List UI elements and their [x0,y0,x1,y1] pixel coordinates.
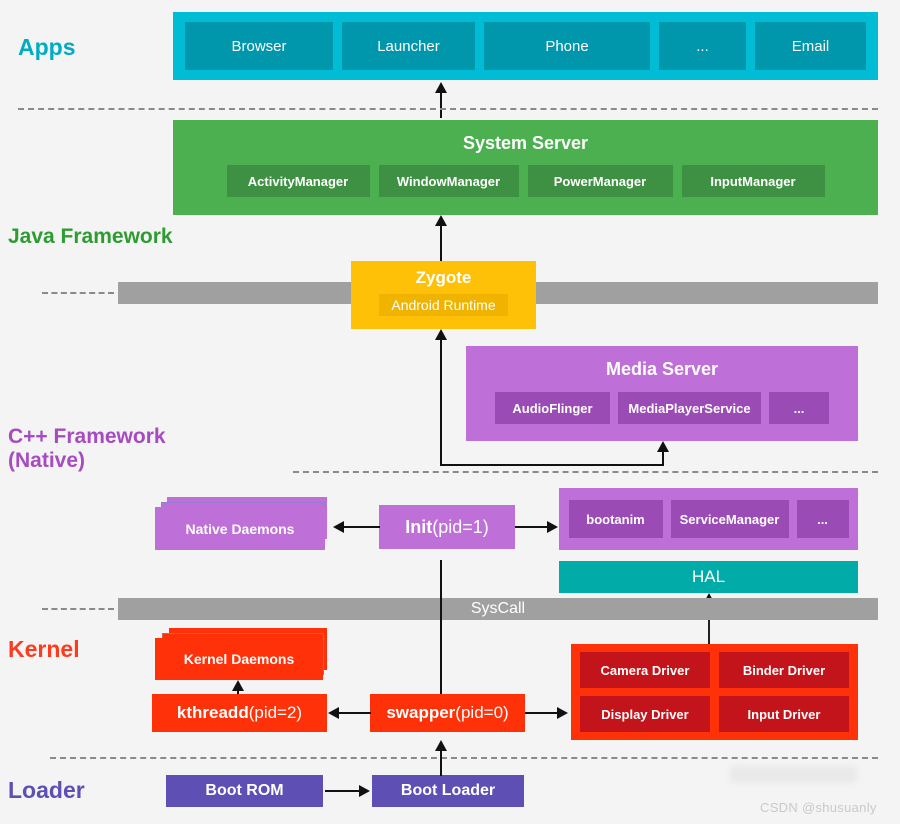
arrowhead-init-to-mediaserver [657,441,669,452]
arrowhead-init-to-zygote [435,329,447,340]
native-service-servicemanager[interactable]: ServiceManager [670,500,789,538]
separator-apps-java [18,108,878,110]
architecture-diagram: Apps Browser Launcher Phone ... Email Ja… [0,0,900,824]
separator-jni-left-dash [42,292,114,294]
app-chip-browser[interactable]: Browser [185,22,333,70]
app-chip-phone[interactable]: Phone [484,22,650,70]
connector-swapper-to-drivers [525,712,557,714]
kernel-daemons-stack[interactable]: Kernel Daemons [155,628,335,680]
swapper-detail: (pid=0) [455,703,509,722]
native-services-chip-row: bootanim ServiceManager ... [559,500,858,538]
connector-init-to-services [515,526,547,528]
connector-swapper-to-init [440,560,442,695]
media-server-group: Media Server AudioFlinger MediaPlayerSer… [466,346,858,441]
kthreadd-detail: (pid=2) [248,703,303,722]
native-service-more[interactable]: ... [796,500,849,538]
hal-bar: HAL [559,561,858,593]
zygote-box[interactable]: Zygote Android Runtime [351,261,536,329]
media-service-more[interactable]: ... [769,392,829,424]
system-service-inputmanager[interactable]: InputManager [681,165,825,197]
connector-zygote-to-systemserver [440,225,442,263]
system-service-activitymanager[interactable]: ActivityManager [226,165,370,197]
separator-kernel-loader [50,757,878,759]
app-chip-email[interactable]: Email [755,22,866,70]
kernel-drivers-group: Camera Driver Binder Driver Display Driv… [571,644,858,740]
watermark-blurred-block [730,766,857,783]
connector-init-to-mediaserver-horizontal [440,464,664,466]
system-server-title: System Server [462,133,589,153]
app-chip-more[interactable]: ... [659,22,746,70]
boot-rom-label: Boot ROM [205,782,284,799]
init-name: Init [405,516,433,537]
native-daemons-stack[interactable]: Native Daemons [155,497,330,550]
connector-bootrom-to-bootloader [325,790,359,792]
kernel-driver-display[interactable]: Display Driver [580,696,710,732]
layer-label-java-framework: Java Framework [8,225,173,248]
init-box[interactable]: Init (pid=1) [379,505,515,549]
app-chip-launcher[interactable]: Launcher [342,22,475,70]
separator-syscall-left-dash [42,608,114,610]
native-daemons-label: Native Daemons [155,507,325,550]
syscall-bar-label: SysCall [470,600,526,617]
swapper-name: swapper [386,703,456,722]
zygote-title: Zygote [415,268,472,287]
connector-init-to-mediaserver-vertical [662,452,664,466]
connector-init-to-zygote [440,339,442,465]
media-server-title: Media Server [605,359,719,379]
kernel-driver-camera[interactable]: Camera Driver [580,652,710,688]
watermark-credit: CSDN @shusuanly [760,800,877,815]
arrowhead-swapper-to-drivers [557,707,568,719]
system-server-chip-row: ActivityManager WindowManager PowerManag… [173,165,878,197]
init-detail: (pid=1) [432,516,489,537]
arrowhead-bootrom-to-bootloader [359,785,370,797]
kernel-drivers-row-1: Camera Driver Binder Driver [579,652,850,688]
zygote-runtime-chip: Android Runtime [379,294,508,316]
boot-rom-box[interactable]: Boot ROM [166,775,323,807]
layer-label-loader: Loader [8,777,85,803]
boot-loader-label: Boot Loader [400,782,496,799]
layer-label-apps: Apps [18,34,76,60]
system-server-group: System Server ActivityManager WindowMana… [173,120,878,215]
apps-bar: Browser Launcher Phone ... Email [173,12,878,80]
arrowhead-kthreadd-to-kerneldaemons [232,680,244,691]
arrowhead-init-to-services [547,521,558,533]
kernel-driver-input[interactable]: Input Driver [719,696,849,732]
media-server-chip-row: AudioFlinger MediaPlayerService ... [466,392,858,424]
separator-native-row [293,471,878,473]
connector-swapper-to-kthreadd [339,712,371,714]
connector-bootloader-to-swapper [440,750,442,776]
kthreadd-name: kthreadd [176,703,249,722]
connector-init-to-nativedaemons [344,526,380,528]
arrowhead-systemserver-to-apps [435,82,447,93]
hal-bar-label: HAL [691,567,726,586]
kernel-daemons-label: Kernel Daemons [155,638,323,680]
arrowhead-swapper-to-kthreadd [328,707,339,719]
layer-label-cpp-framework: C++ Framework (Native) [8,425,166,472]
native-services-group: bootanim ServiceManager ... [559,488,858,550]
kernel-drivers-row-2: Display Driver Input Driver [579,696,850,732]
connector-systemserver-to-apps [440,92,442,118]
arrowhead-zygote-to-systemserver [435,215,447,226]
kernel-driver-binder[interactable]: Binder Driver [719,652,849,688]
kthreadd-box[interactable]: kthreadd (pid=2) [152,694,327,732]
syscall-bar: SysCall [118,598,878,620]
arrowhead-init-to-nativedaemons [333,521,344,533]
media-service-audioflinger[interactable]: AudioFlinger [495,392,610,424]
apps-chip-row: Browser Launcher Phone ... Email [181,22,870,70]
arrowhead-bootloader-to-swapper [435,740,447,751]
swapper-box[interactable]: swapper (pid=0) [370,694,525,732]
media-service-mediaplayerservice[interactable]: MediaPlayerService [618,392,761,424]
system-service-powermanager[interactable]: PowerManager [527,165,673,197]
system-service-windowmanager[interactable]: WindowManager [378,165,519,197]
layer-label-kernel: Kernel [8,636,80,662]
native-service-bootanim[interactable]: bootanim [568,500,663,538]
boot-loader-box[interactable]: Boot Loader [372,775,524,807]
